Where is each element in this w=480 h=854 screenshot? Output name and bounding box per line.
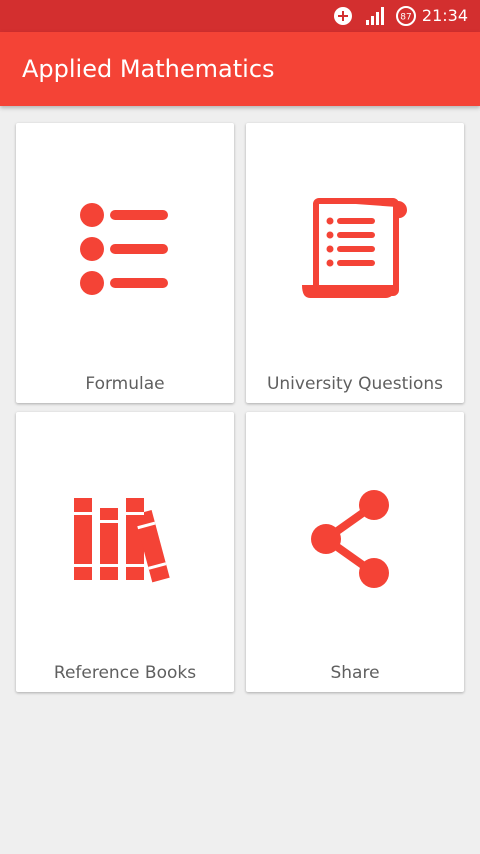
share-icon	[311, 490, 389, 588]
formulae-label: Formulae	[85, 374, 165, 394]
share-card[interactable]: Share	[246, 412, 464, 692]
formulae-card[interactable]: Formulae	[16, 123, 234, 403]
scroll-icon	[302, 198, 408, 298]
app-bar: Applied Mathematics	[0, 32, 480, 106]
university-questions-label: University Questions	[266, 374, 444, 394]
reference-books-label: Reference Books	[53, 663, 197, 683]
list-icon	[80, 203, 168, 295]
app-title: Applied Mathematics	[22, 55, 275, 83]
university-questions-card[interactable]: University Questions	[246, 123, 464, 403]
reference-books-card[interactable]: Reference Books	[16, 412, 234, 692]
books-icon	[74, 498, 170, 583]
menu-grid: Formulae University Questions Reference …	[0, 0, 480, 854]
share-label: Share	[330, 663, 380, 683]
